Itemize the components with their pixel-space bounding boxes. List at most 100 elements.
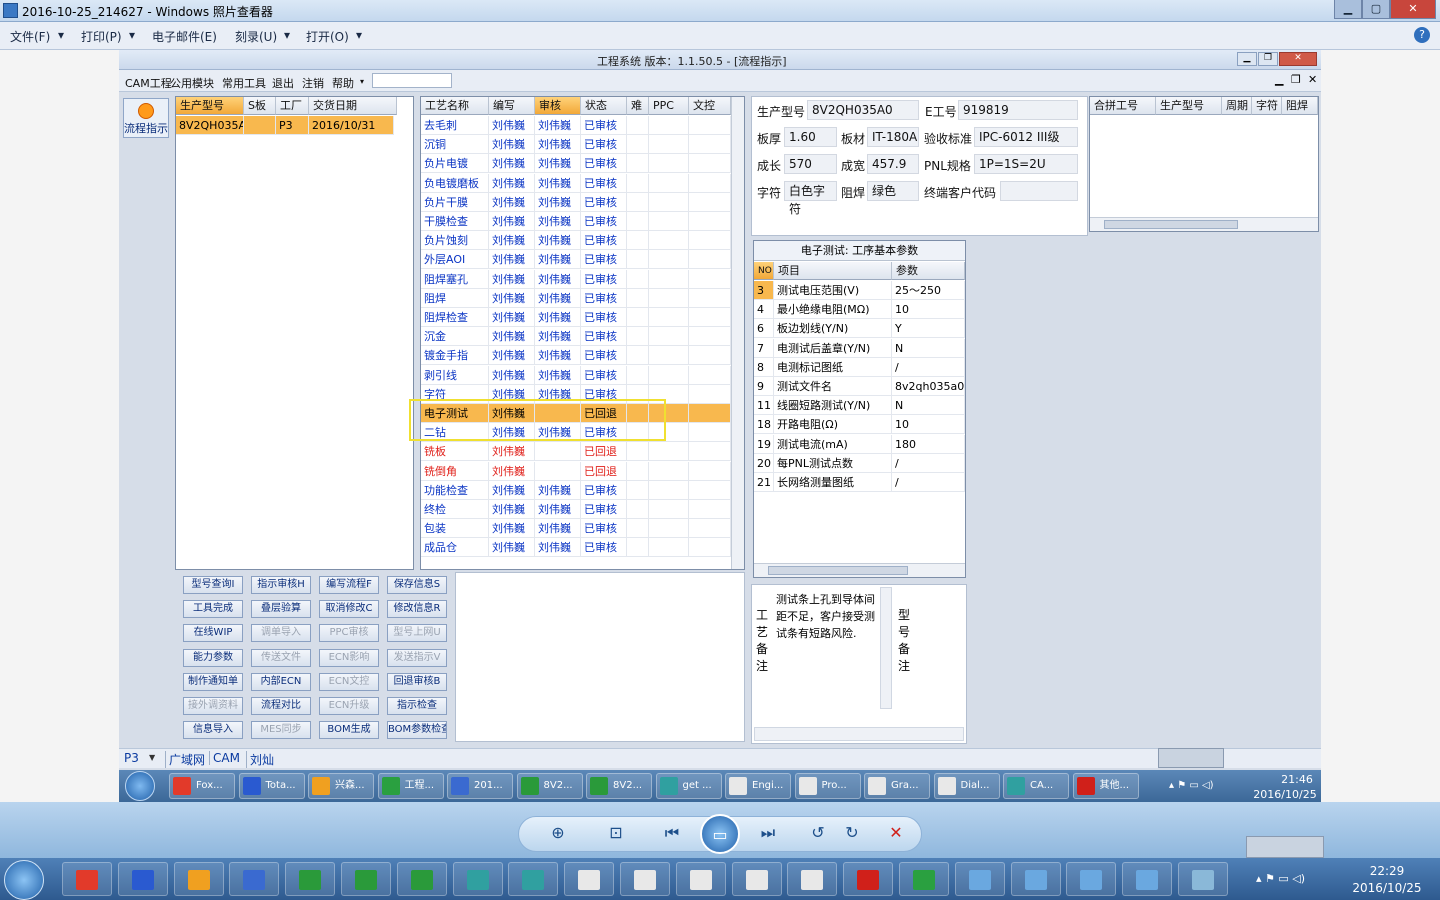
- action-button[interactable]: 内部ECN: [251, 672, 311, 691]
- action-button[interactable]: 叠层验算: [251, 600, 311, 619]
- table-row[interactable]: 21 长网络测量图纸 /: [754, 473, 965, 492]
- taskbar-button[interactable]: [564, 862, 615, 896]
- menu-help[interactable]: 帮助: [332, 75, 354, 91]
- factory-select[interactable]: P3: [124, 751, 139, 765]
- action-button[interactable]: BOM生成: [319, 721, 379, 740]
- taskbar-button[interactable]: [675, 862, 726, 896]
- taskbar-button[interactable]: [452, 862, 503, 896]
- remark-hscrollbar[interactable]: [754, 727, 964, 741]
- table-row[interactable]: 4 最小绝缘电阻(MΩ) 10: [754, 300, 965, 320]
- action-button[interactable]: 修改信息R: [387, 600, 447, 619]
- taskbar-button[interactable]: [117, 862, 168, 896]
- header-process[interactable]: 工艺名称: [421, 97, 489, 115]
- table-row[interactable]: 外层AOI 刘伟巍 刘伟巍 已审核: [421, 250, 731, 270]
- menu-more-icon[interactable]: ▾: [360, 77, 364, 86]
- action-button[interactable]: MES同步: [251, 721, 311, 740]
- taskbar-button[interactable]: [396, 862, 447, 896]
- action-button[interactable]: 制作通知单: [183, 672, 243, 691]
- table-row[interactable]: 镀金手指 刘伟巍 刘伟巍 已审核: [421, 346, 731, 366]
- rotate-cw-icon[interactable]: ↻: [838, 820, 866, 848]
- taskbar-button[interactable]: [173, 862, 224, 896]
- table-row[interactable]: 去毛刺 刘伟巍 刘伟巍 已审核: [421, 116, 731, 135]
- menu-email[interactable]: 电子邮件(E): [152, 28, 217, 45]
- action-button[interactable]: 在线WIP: [183, 624, 243, 643]
- action-button[interactable]: 保存信息S: [387, 576, 447, 594]
- menu-combo[interactable]: [372, 73, 452, 88]
- action-button[interactable]: 流程对比: [251, 697, 311, 715]
- action-button[interactable]: BOM参数检查: [387, 721, 447, 740]
- table-row[interactable]: 19 测试电流(mA) 180: [754, 434, 965, 454]
- taskbar-button[interactable]: [229, 862, 280, 896]
- table-row[interactable]: 包装 刘伟巍 刘伟巍 已审核: [421, 519, 731, 539]
- menu-cam[interactable]: CAM工程: [125, 75, 172, 91]
- taskbar-button[interactable]: [1122, 862, 1173, 896]
- table-row[interactable]: 负电镀磨板 刘伟巍 刘伟巍 已审核: [421, 173, 731, 193]
- menu-burn[interactable]: 刻录(U): [235, 28, 277, 45]
- action-button[interactable]: 回退审核B: [387, 672, 447, 691]
- nav-flow-button[interactable]: 流程指示: [123, 98, 169, 138]
- action-button[interactable]: 编写流程F: [319, 576, 379, 594]
- taskbar-item[interactable]: CA...: [1003, 773, 1069, 799]
- app-minimize-icon[interactable]: ▁: [1237, 52, 1257, 66]
- taskbar-item[interactable]: Gra...: [864, 773, 930, 799]
- taskbar-item[interactable]: Fox...: [169, 773, 235, 799]
- table-row[interactable]: 铣倒角 刘伟巍 已回退: [421, 461, 731, 481]
- table-row[interactable]: 铣板 刘伟巍 已回退: [421, 442, 731, 462]
- param-hscrollbar[interactable]: [754, 563, 965, 577]
- help-icon[interactable]: ?: [1414, 27, 1430, 43]
- menu-public[interactable]: 公用模块: [170, 75, 214, 91]
- action-button[interactable]: 型号查询I: [183, 576, 243, 594]
- menu-open[interactable]: 打开(O): [306, 28, 349, 45]
- action-button[interactable]: 型号上网U: [387, 624, 447, 643]
- actual-size-icon[interactable]: ⊡: [602, 820, 630, 848]
- table-row[interactable]: 20 每PNL测试点数 /: [754, 453, 965, 473]
- slideshow-icon[interactable]: ▭: [700, 814, 740, 854]
- action-button[interactable]: PPC审核: [319, 624, 379, 643]
- taskbar-button[interactable]: [508, 862, 559, 896]
- taskbar-item[interactable]: 201...: [447, 773, 513, 799]
- table-row[interactable]: 阻焊 刘伟巍 刘伟巍 已审核: [421, 288, 731, 308]
- taskbar-item[interactable]: 8V2...: [586, 773, 652, 799]
- action-button[interactable]: 接外调资料: [183, 697, 243, 715]
- table-row[interactable]: 负片蚀刻 刘伟巍 刘伟巍 已审核: [421, 231, 731, 251]
- action-button[interactable]: 能力参数: [183, 648, 243, 667]
- minimize-button[interactable]: ▁: [1334, 0, 1362, 19]
- app-close-icon[interactable]: ✕: [1279, 52, 1317, 66]
- action-button[interactable]: 工具完成: [183, 600, 243, 619]
- table-row[interactable]: 终检 刘伟巍 刘伟巍 已审核: [421, 500, 731, 519]
- taskbar-item[interactable]: 8V2...: [516, 773, 583, 799]
- action-button[interactable]: 取消修改C: [319, 600, 379, 619]
- merge-hscrollbar[interactable]: [1090, 217, 1318, 231]
- table-row[interactable]: 6 板边划线(Y/N) Y: [754, 319, 965, 339]
- start-button[interactable]: [4, 860, 44, 900]
- table-row[interactable]: 9 测试文件名 8v2qh035a0.t: [754, 377, 965, 396]
- table-row[interactable]: 干膜检查 刘伟巍 刘伟巍 已审核: [421, 212, 731, 231]
- inner-start-button[interactable]: [125, 771, 155, 801]
- next-icon[interactable]: ⏭: [754, 820, 782, 848]
- chevron-down-icon[interactable]: ▼: [149, 753, 155, 762]
- taskbar-button[interactable]: [620, 862, 670, 896]
- action-button[interactable]: 指示检查: [387, 697, 447, 715]
- table-row[interactable]: 阻焊检查 刘伟巍 刘伟巍 已审核: [421, 308, 731, 327]
- header-date[interactable]: 交货日期: [309, 97, 397, 115]
- taskbar-button[interactable]: [285, 862, 336, 896]
- taskbar-item[interactable]: Tota...: [238, 773, 305, 799]
- action-button[interactable]: 传送文件: [251, 648, 311, 667]
- taskbar-button[interactable]: [954, 862, 1005, 896]
- taskbar-button[interactable]: [731, 862, 782, 896]
- header-factory[interactable]: 工厂: [276, 97, 309, 115]
- table-row[interactable]: 负片干膜 刘伟巍 刘伟巍 已审核: [421, 192, 731, 212]
- header-model[interactable]: 生产型号: [176, 97, 244, 115]
- taskbar-item[interactable]: Engi...: [725, 773, 791, 799]
- taskbar-item[interactable]: 兴森...: [308, 773, 374, 799]
- maximize-button[interactable]: ▢: [1362, 0, 1390, 19]
- action-button[interactable]: ECN文控: [319, 672, 379, 691]
- header-writer[interactable]: 编写: [489, 97, 535, 115]
- menu-exit[interactable]: 退出: [272, 75, 294, 91]
- table-row[interactable]: 剥引线 刘伟巍 刘伟巍 已审核: [421, 365, 731, 385]
- header-doc[interactable]: 文控: [689, 97, 731, 115]
- table-row[interactable]: 8 电测标记图纸 /: [754, 357, 965, 377]
- rotate-ccw-icon[interactable]: ↺: [804, 820, 832, 848]
- header-reviewer[interactable]: 审核: [535, 97, 581, 115]
- app-restore-icon[interactable]: ❐: [1258, 52, 1278, 66]
